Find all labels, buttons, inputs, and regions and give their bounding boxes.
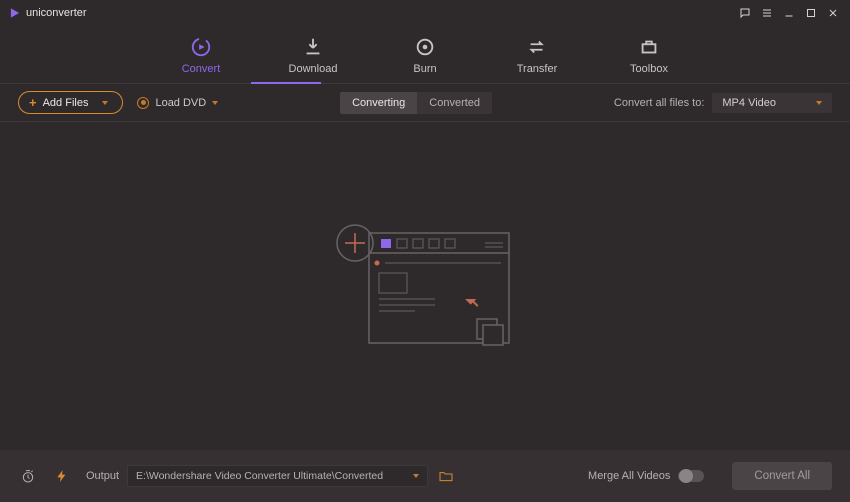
convert-icon bbox=[190, 36, 212, 58]
download-icon bbox=[302, 36, 324, 58]
nav-toolbox[interactable]: Toolbox bbox=[614, 35, 684, 75]
minimize-icon[interactable] bbox=[780, 4, 798, 22]
chevron-down-icon bbox=[102, 101, 108, 105]
sub-toolbar: + Add Files Load DVD Converting Converte… bbox=[0, 84, 850, 122]
add-files-button[interactable]: + Add Files bbox=[18, 91, 123, 114]
convert-to-group: Convert all files to: MP4 Video bbox=[614, 93, 832, 113]
nav-label: Transfer bbox=[517, 63, 558, 75]
nav-label: Toolbox bbox=[630, 63, 668, 75]
format-select[interactable]: MP4 Video bbox=[712, 93, 832, 113]
app-logo: uniconverter bbox=[8, 6, 87, 20]
output-group: Output E:\Wondershare Video Converter Ul… bbox=[86, 465, 456, 487]
schedule-icon[interactable] bbox=[18, 466, 38, 486]
app-name: uniconverter bbox=[26, 7, 87, 19]
chat-icon[interactable] bbox=[736, 4, 754, 22]
disc-icon bbox=[137, 97, 149, 109]
chevron-down-icon bbox=[413, 474, 419, 478]
segment-converted[interactable]: Converted bbox=[417, 92, 492, 114]
close-icon[interactable] bbox=[824, 4, 842, 22]
nav-burn[interactable]: Burn bbox=[390, 35, 460, 75]
convert-to-label: Convert all files to: bbox=[614, 97, 704, 109]
nav-label: Burn bbox=[413, 63, 436, 75]
load-dvd-label: Load DVD bbox=[155, 97, 206, 109]
chevron-down-icon bbox=[212, 101, 218, 105]
nav-download[interactable]: Download bbox=[278, 35, 348, 75]
nav-convert[interactable]: Convert bbox=[166, 35, 236, 75]
nav-label: Convert bbox=[182, 63, 221, 75]
convert-state-segment: Converting Converted bbox=[340, 92, 492, 114]
toolbox-icon bbox=[638, 36, 660, 58]
convert-all-button[interactable]: Convert All bbox=[732, 462, 832, 490]
merge-videos-group: Merge All Videos bbox=[588, 470, 704, 482]
nav-label: Download bbox=[289, 63, 338, 75]
segment-converting[interactable]: Converting bbox=[340, 92, 417, 114]
empty-state-illustration bbox=[325, 221, 525, 351]
menu-icon[interactable] bbox=[758, 4, 776, 22]
main-nav: Convert Download Burn Transfer Toolbox bbox=[0, 26, 850, 84]
nav-transfer[interactable]: Transfer bbox=[502, 35, 572, 75]
bottom-bar: Output E:\Wondershare Video Converter Ul… bbox=[0, 450, 850, 502]
plus-icon: + bbox=[29, 96, 37, 109]
open-folder-icon[interactable] bbox=[436, 466, 456, 486]
burn-icon bbox=[414, 36, 436, 58]
add-files-label: Add Files bbox=[43, 97, 89, 109]
merge-label: Merge All Videos bbox=[588, 470, 670, 482]
transfer-icon bbox=[526, 36, 548, 58]
load-dvd-button[interactable]: Load DVD bbox=[137, 97, 218, 109]
output-path-box[interactable]: E:\Wondershare Video Converter Ultimate\… bbox=[127, 465, 428, 487]
main-drop-area[interactable] bbox=[0, 122, 850, 450]
maximize-icon[interactable] bbox=[802, 4, 820, 22]
play-logo-icon bbox=[8, 6, 22, 20]
title-bar: uniconverter bbox=[0, 0, 850, 26]
output-label: Output bbox=[86, 470, 119, 482]
output-path-value: E:\Wondershare Video Converter Ultimate\… bbox=[136, 470, 383, 482]
merge-toggle[interactable] bbox=[678, 470, 704, 482]
chevron-down-icon bbox=[816, 101, 822, 105]
format-selected-value: MP4 Video bbox=[722, 97, 776, 109]
gpu-accel-icon[interactable] bbox=[52, 466, 72, 486]
nav-active-underline bbox=[251, 82, 321, 84]
